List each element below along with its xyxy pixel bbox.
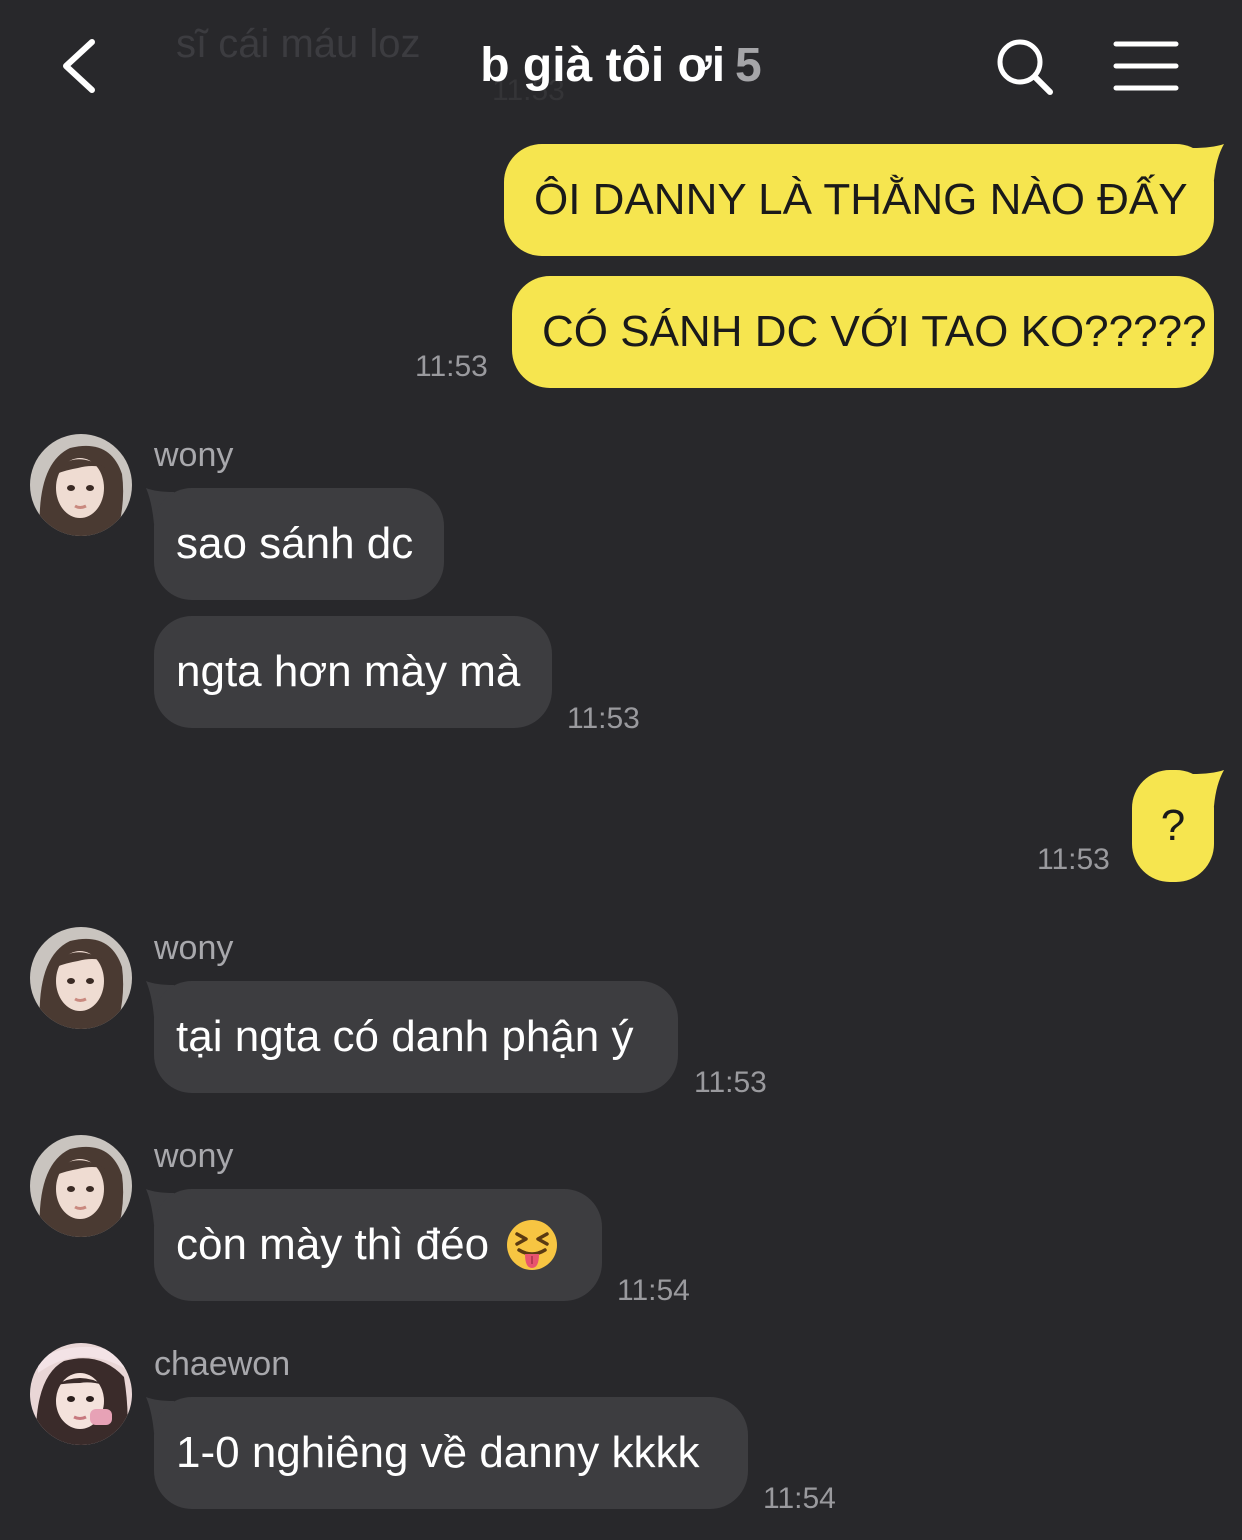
- sender-name: wony: [154, 436, 234, 474]
- avatar-photo-icon: [30, 1343, 132, 1445]
- bubble-tail: [1192, 144, 1224, 180]
- avatar-chaewon[interactable]: [30, 1343, 132, 1445]
- message-timestamp: 11:53: [694, 1066, 767, 1099]
- message-timestamp: 11:53: [1037, 843, 1110, 876]
- message-bubble[interactable]: CÓ SÁNH DC VỚI TAO KO?????: [512, 276, 1214, 388]
- hamburger-menu-icon: [1113, 41, 1179, 91]
- message-text: sao sánh dc: [176, 519, 414, 568]
- search-button[interactable]: [994, 36, 1056, 98]
- message-text: ?: [1160, 801, 1186, 850]
- member-count: 5: [735, 39, 762, 92]
- chat-header: b già tôi ơi 5: [0, 0, 1242, 130]
- message-bubble[interactable]: ngta hơn mày mà: [154, 616, 552, 728]
- message-timestamp: 11:54: [763, 1482, 836, 1515]
- message-text: CÓ SÁNH DC VỚI TAO KO?????: [542, 307, 1207, 356]
- message-bubble[interactable]: sao sánh dc: [154, 488, 444, 600]
- message-bubble[interactable]: ÔI DANNY LÀ THẰNG NÀO ĐẤY: [504, 144, 1214, 256]
- avatar-photo-icon: [30, 1135, 132, 1237]
- message-bubble[interactable]: tại ngta có danh phận ý: [154, 981, 678, 1093]
- bubble-tail: [1192, 770, 1224, 806]
- avatar-photo-icon: [30, 434, 132, 536]
- avatar-wony[interactable]: [30, 927, 132, 1029]
- message-text: còn mày thì đéo: [176, 1220, 490, 1269]
- chat-title-text: b già tôi ơi: [480, 39, 726, 92]
- sender-name: wony: [154, 929, 234, 967]
- sender-name: chaewon: [154, 1345, 291, 1383]
- menu-button[interactable]: [1112, 38, 1180, 94]
- message-text: tại ngta có danh phận ý: [176, 1012, 634, 1061]
- avatar-wony[interactable]: [30, 434, 132, 536]
- search-icon: [997, 39, 1053, 95]
- message-timestamp: 11:53: [567, 702, 640, 735]
- sender-name: wony: [154, 1137, 234, 1175]
- message-text: ngta hơn mày mà: [176, 647, 521, 696]
- message-text: ÔI DANNY LÀ THẰNG NÀO ĐẤY: [534, 175, 1188, 224]
- message-bubble[interactable]: còn mày thì đéo: [154, 1189, 602, 1301]
- message-timestamp: 11:53: [415, 350, 488, 383]
- message-timestamp: 11:54: [617, 1274, 690, 1307]
- message-text: 1-0 nghiêng về danny kkkk: [176, 1428, 700, 1477]
- squinting-tongue-emoji-icon: [507, 1220, 558, 1270]
- avatar-wony[interactable]: [30, 1135, 132, 1237]
- message-bubble[interactable]: 1-0 nghiêng về danny kkkk: [154, 1397, 748, 1509]
- avatar-photo-icon: [30, 927, 132, 1029]
